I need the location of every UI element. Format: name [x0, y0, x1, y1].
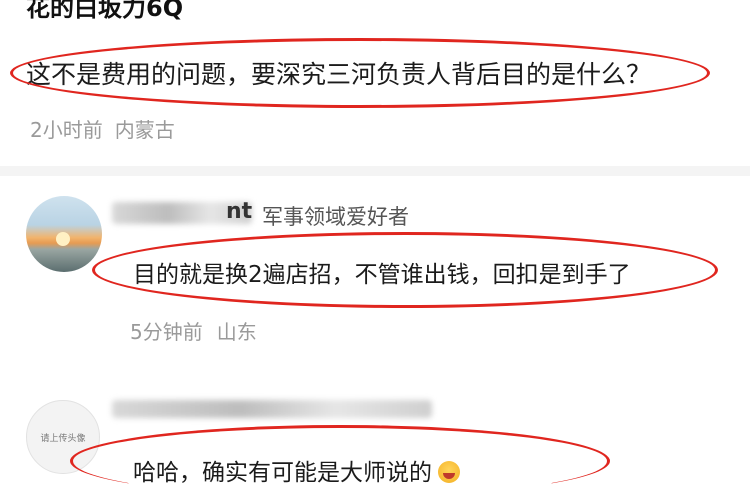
sunset-icon — [56, 232, 70, 246]
comment-1-meta: 2小时前 内蒙古 — [30, 114, 175, 143]
avatar[interactable] — [26, 196, 102, 272]
section-divider — [0, 166, 750, 176]
avatar-placeholder-text: 请上传头像 — [40, 433, 86, 444]
comment-2-author-tag: 军事领域爱好者 — [262, 205, 409, 229]
comment-2-author[interactable]: nt — [226, 199, 252, 224]
comment-1-time: 2小时前 — [30, 118, 103, 142]
comment-3-body: 哈哈，确实有可能是大师说的 — [133, 460, 432, 486]
comment-2-time: 5分钟前 — [130, 320, 203, 344]
blurred-username[interactable] — [112, 400, 432, 418]
previous-comment-author: 花的白坂力6Q — [26, 0, 184, 22]
comment-2-location: 山东 — [216, 320, 257, 344]
default-avatar[interactable]: 请上传头像 — [26, 400, 100, 474]
comment-2-text: 目的就是换2遍店招，不管谁出钱，回扣是到手了 — [133, 262, 631, 288]
comment-1-text: 这不是费用的问题，要深究三河负责人背后目的是什么？ — [26, 60, 652, 89]
comment-1-location: 内蒙古 — [114, 118, 175, 142]
laughing-emoji-icon — [438, 461, 460, 483]
comment-2-meta: 5分钟前 山东 — [130, 316, 257, 345]
comment-3-text: 哈哈，确实有可能是大师说的 — [133, 453, 460, 487]
